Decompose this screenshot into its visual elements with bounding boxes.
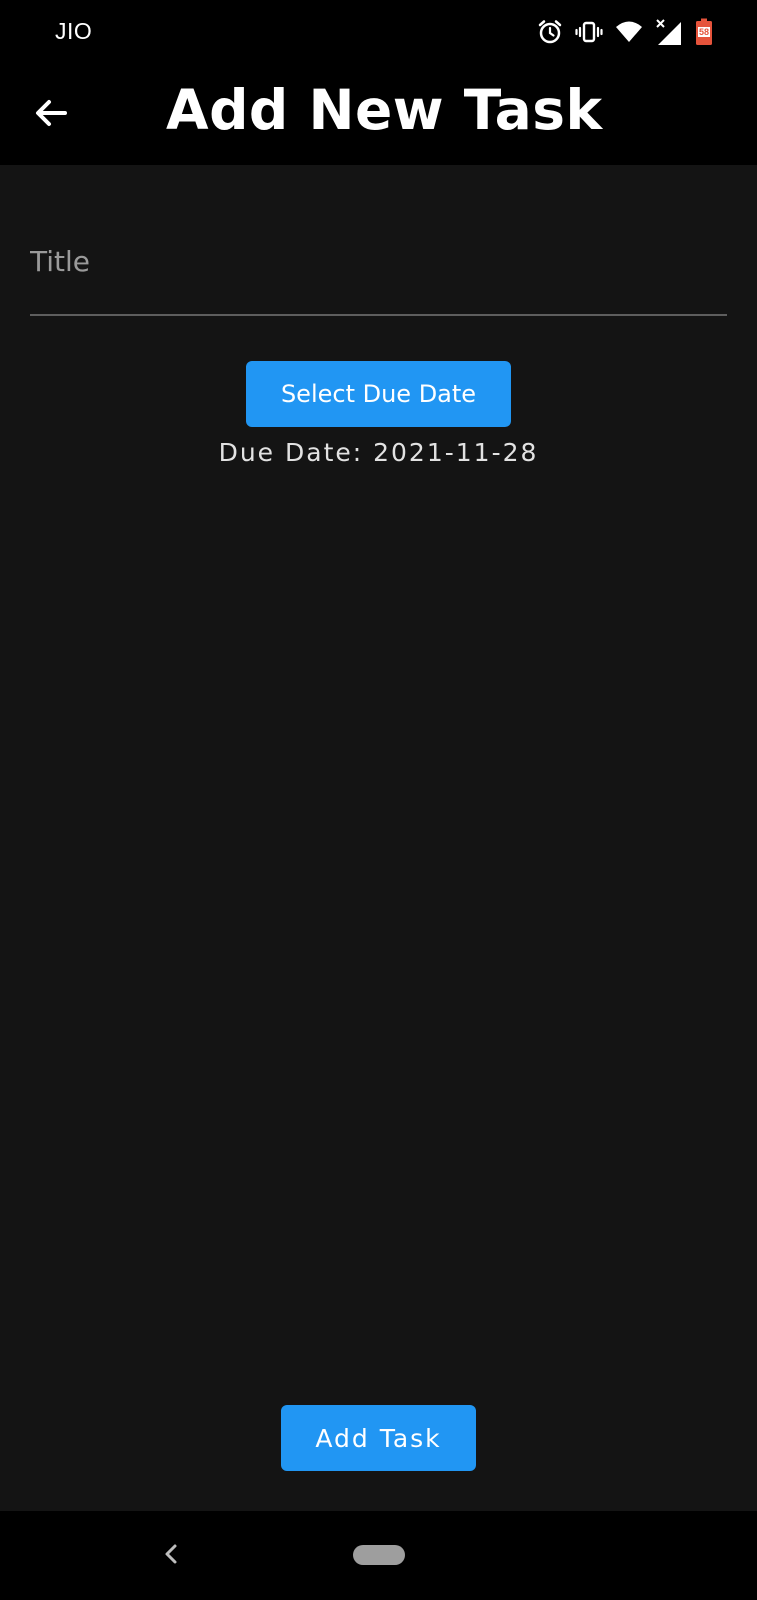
vibrate-icon [575,20,603,44]
title-input[interactable] [30,236,727,286]
due-date-label: Due Date: 2021-11-28 [218,438,539,467]
system-nav-bar [0,1511,757,1600]
page-title: Add New Task [166,78,603,142]
add-task-button[interactable]: Add Task [281,1405,476,1471]
app-bar: Add New Task [0,64,757,165]
back-button[interactable] [26,90,76,140]
add-task-screen: JIO 58 Add New Task Title Select Due Dat… [0,0,757,1600]
signal-icon [655,18,683,46]
battery-level: 58 [699,27,709,37]
chevron-left-icon[interactable] [158,1539,184,1569]
carrier-label: JIO [55,18,93,44]
wifi-icon [615,20,643,44]
battery-icon: 58 [695,18,713,46]
status-icons: 58 [537,16,713,48]
status-bar: JIO 58 [0,0,757,64]
alarm-icon [537,19,563,45]
home-pill-icon[interactable] [353,1545,405,1565]
title-field[interactable] [30,220,727,316]
arrow-back-icon [34,98,68,132]
select-due-date-button[interactable]: Select Due Date [246,361,511,427]
